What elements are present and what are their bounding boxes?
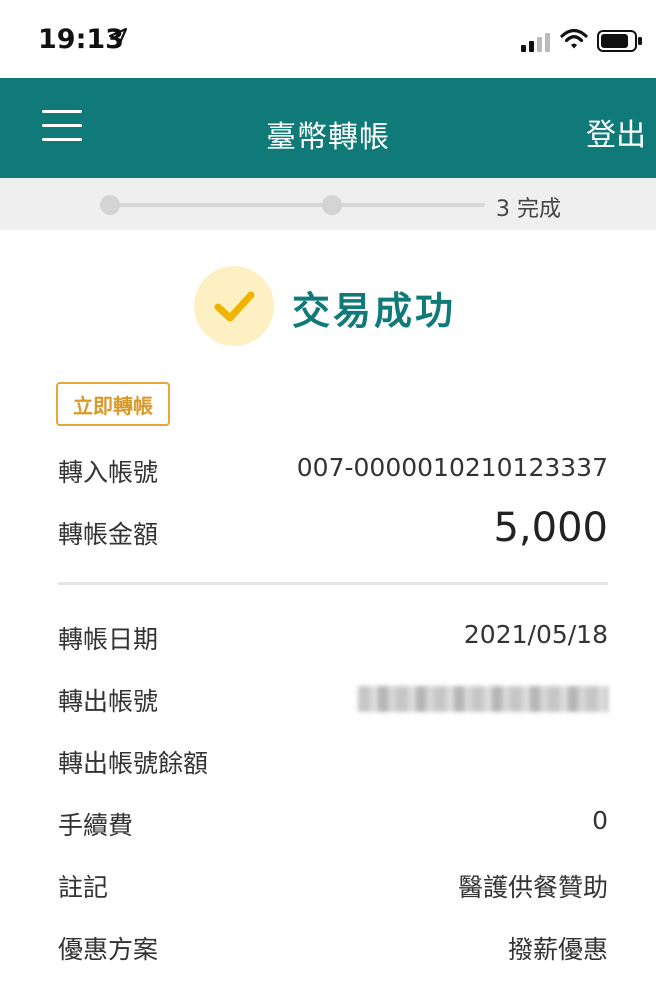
detail-row-date: 轉帳日期 2021/05/18 <box>58 620 608 660</box>
progress-line <box>110 203 485 207</box>
detail-label: 轉帳日期 <box>58 625 159 654</box>
divider <box>58 582 608 585</box>
detail-row-amount: 轉帳金額 5,000 <box>58 505 608 555</box>
battery-icon <box>597 30 643 56</box>
detail-label: 手續費 <box>58 811 134 840</box>
detail-row-promotion: 優惠方案 撥薪優惠 <box>58 930 608 970</box>
detail-value: 醫護供餐贊助 <box>457 873 608 902</box>
detail-value: 0 <box>592 806 608 835</box>
progress-step-2 <box>322 195 342 215</box>
detail-label: 註記 <box>58 873 109 902</box>
amount-value: 5,000 <box>493 505 608 551</box>
detail-label: 轉出帳號 <box>58 687 159 716</box>
page-title: 臺幣轉帳 <box>266 120 390 155</box>
detail-row-balance: 轉出帳號餘額 <box>58 744 608 784</box>
signal-icon <box>521 32 551 56</box>
status-bar: 19:13 <box>0 0 656 78</box>
wifi-icon <box>560 28 588 54</box>
location-arrow-icon <box>108 27 128 51</box>
detail-label: 轉帳金額 <box>58 520 159 549</box>
redacted-value <box>358 682 608 718</box>
progress-stepper: 3 完成 <box>0 178 656 230</box>
transfer-type-badge: 立即轉帳 <box>56 382 170 426</box>
detail-row-note: 註記 醫護供餐贊助 <box>58 868 608 908</box>
progress-step-label: 3 完成 <box>496 197 561 222</box>
detail-value: 撥薪優惠 <box>507 935 608 964</box>
detail-value: 2021/05/18 <box>463 620 608 649</box>
app-header: 臺幣轉帳 登出 <box>0 78 656 178</box>
detail-label: 轉入帳號 <box>58 458 159 487</box>
detail-label: 優惠方案 <box>58 935 159 964</box>
detail-row-to-account: 轉入帳號 007-0000010210123337 <box>58 453 608 493</box>
logout-button[interactable]: 登出 <box>586 110 646 154</box>
detail-row-from-account: 轉出帳號 <box>58 682 608 722</box>
detail-row-fee: 手續費 0 <box>58 806 608 846</box>
progress-step-1 <box>100 195 120 215</box>
detail-value: 007-0000010210123337 <box>296 453 608 482</box>
detail-label: 轉出帳號餘額 <box>58 749 209 778</box>
success-message: 交易成功 <box>292 289 457 333</box>
check-icon <box>194 266 274 346</box>
